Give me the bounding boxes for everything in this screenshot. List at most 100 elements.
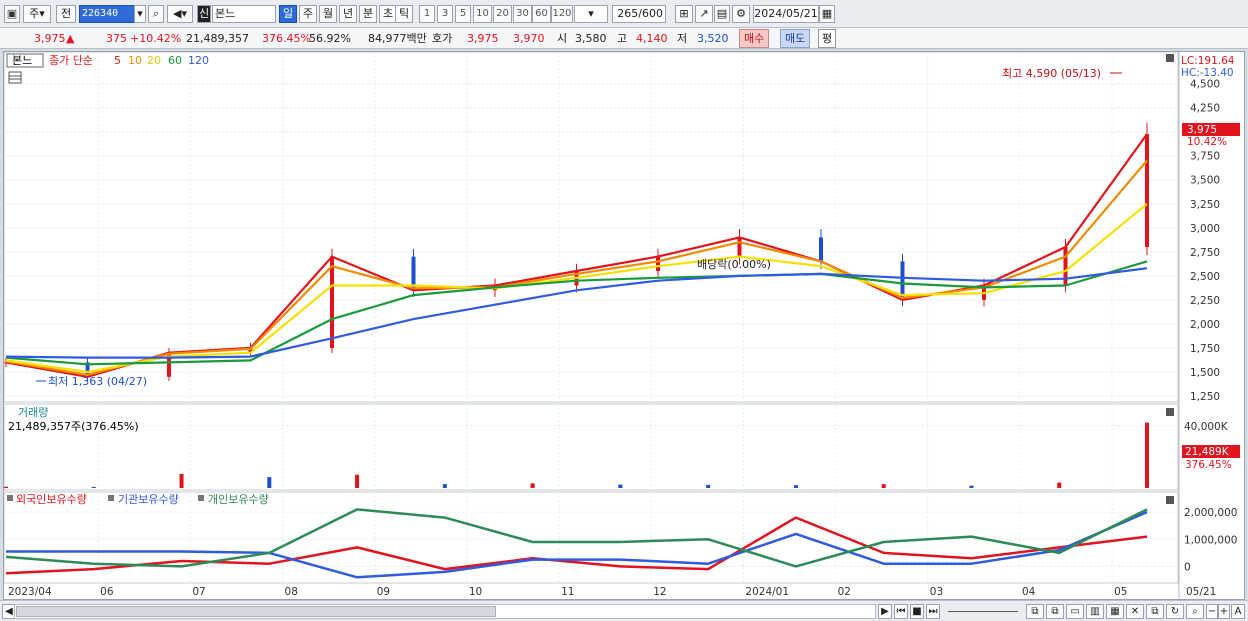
ma120-label: 120: [188, 54, 209, 67]
scroll-right-icon[interactable]: ▶: [878, 604, 892, 619]
last-page-icon[interactable]: ⏭: [926, 604, 940, 619]
save-icon[interactable]: ▤: [714, 5, 730, 23]
prev-button[interactable]: 전: [56, 5, 76, 23]
volume-bar: [4, 486, 8, 488]
stop-icon[interactable]: ■: [910, 604, 924, 619]
candle-body: [819, 237, 823, 262]
count-field[interactable]: 265/600: [612, 5, 666, 23]
window-menu-icon[interactable]: ▣: [4, 5, 20, 23]
price-tick-label: 3,250: [1190, 199, 1220, 211]
period-month-button[interactable]: 월: [319, 5, 337, 23]
price-tick-label: 2,500: [1190, 271, 1220, 283]
volume-value-line: 21,489,357주(376.45%): [8, 420, 139, 433]
high-annotation: 최고 4,590 (05/13): [1002, 67, 1101, 80]
table-toggle-icon[interactable]: [8, 71, 22, 84]
interval-60-button[interactable]: 60: [532, 5, 551, 23]
volume-bar: [267, 477, 272, 488]
stack-icon[interactable]: ⧉: [1146, 604, 1164, 619]
crosshair-icon[interactable]: ✕: [1126, 604, 1144, 619]
search-icon[interactable]: ⌕: [148, 5, 164, 23]
stock-name-field[interactable]: 본느: [212, 5, 276, 23]
foreign-legend: 외국인보유수량: [16, 493, 87, 506]
zoom-in-icon[interactable]: +: [1218, 604, 1230, 619]
period-year-button[interactable]: 년: [339, 5, 357, 23]
volume-bar: [881, 484, 886, 488]
x-axis-labels: 2023/04 06 07 08 09 10 11 12 2024/01 02 03 04 05 05/2…: [8, 586, 1216, 598]
scroll-thumb[interactable]: [16, 606, 496, 617]
current-price: 3,975: [34, 32, 66, 45]
price-close-icon[interactable]: [1166, 54, 1174, 62]
high-price: 4,140: [636, 32, 668, 45]
price-tick-label: 3,500: [1190, 175, 1220, 187]
main-toolbar: ▣ 주▾ 전 226340 ▾ ⌕ ◀▾ 신 본느 일 주 월 년 분 초 틱 …: [0, 0, 1248, 28]
split-icon[interactable]: ▥: [1086, 604, 1104, 619]
ma-prefix: 종가 단순: [49, 54, 93, 67]
date-field[interactable]: 2024/05/21: [753, 5, 819, 23]
up-arrow-icon: ▲: [66, 32, 75, 45]
interval-120-button[interactable]: 120: [551, 5, 573, 23]
first-page-icon[interactable]: ⏮: [894, 604, 908, 619]
volume-tick-label: 40,000K: [1184, 421, 1229, 433]
x-tick-label: 05/21: [1186, 586, 1216, 598]
count-display: 265: [617, 7, 639, 20]
interval-20-button[interactable]: 20: [493, 5, 512, 23]
interval-3-button[interactable]: 3: [437, 5, 453, 23]
lc-label: LC:191.64: [1181, 55, 1235, 67]
chart-svg[interactable]: 4,5004,2504,0003,7503,5003,2503,0002,750…: [3, 51, 1244, 599]
interval-5-button[interactable]: 5: [455, 5, 471, 23]
x-tick-label: 08: [285, 586, 298, 598]
candle-body: [1145, 134, 1149, 248]
price-tab-label: 본느: [12, 54, 32, 67]
interval-custom-select[interactable]: ▾: [574, 5, 608, 23]
period-tick-button[interactable]: 틱: [395, 5, 413, 23]
period-minute-button[interactable]: 분: [359, 5, 377, 23]
calendar-icon[interactable]: ▦: [819, 5, 835, 23]
holdings-panel: [3, 491, 1179, 584]
period-day-button[interactable]: 일: [279, 5, 297, 23]
price-change-pct: +10.42%: [130, 32, 182, 45]
legend-swatch: [198, 495, 204, 501]
market-type-label: 주: [29, 7, 40, 20]
interval-30-button[interactable]: 30: [513, 5, 532, 23]
interval-10-button[interactable]: 10: [473, 5, 492, 23]
buy-button[interactable]: 매수: [739, 29, 770, 48]
volume-bar: [355, 474, 360, 488]
price-panel: [3, 51, 1179, 403]
grid-icon[interactable]: ▦: [1106, 604, 1124, 619]
font-size-icon[interactable]: A: [1231, 604, 1245, 619]
low-price: 3,520: [697, 32, 729, 45]
turnover-rate: 56.92%: [309, 32, 351, 45]
flat-button[interactable]: 평: [818, 29, 837, 48]
ask-label: 호가: [432, 32, 453, 45]
trade-amount: 84,977백만: [368, 32, 427, 45]
indicator-icon[interactable]: ↗: [695, 5, 713, 23]
price-tick-label: 3,000: [1190, 223, 1220, 235]
code-dropdown-icon[interactable]: ▾: [134, 5, 146, 23]
copy-icon[interactable]: ⧉: [1046, 604, 1064, 619]
zoom-out-icon[interactable]: −: [1206, 604, 1218, 619]
chart-area[interactable]: 4,5004,2504,0003,7503,5003,2503,0002,750…: [3, 51, 1245, 600]
candle-body: [737, 237, 742, 257]
zoom-slider[interactable]: [948, 604, 1018, 612]
zoom-icon[interactable]: ⌕: [1186, 604, 1204, 619]
ma10-label: 10: [128, 54, 142, 67]
quote-bar: 3,975 ▲ 375 +10.42% 21,489,357 376.45% 5…: [0, 28, 1248, 49]
low-label: 저: [677, 32, 688, 45]
x-tick-label: 2023/04: [8, 586, 52, 598]
individual-legend: 개인보유수량: [208, 493, 269, 506]
interval-1-button[interactable]: 1: [419, 5, 435, 23]
window-icon[interactable]: ▭: [1066, 604, 1084, 619]
volume-close-icon[interactable]: [1166, 408, 1174, 416]
gear-icon[interactable]: ⚙: [732, 5, 750, 23]
layout-icon[interactable]: ⧉: [1026, 604, 1044, 619]
sell-button[interactable]: 매도: [780, 29, 811, 48]
legend-swatch: [108, 495, 114, 501]
period-week-button[interactable]: 주: [299, 5, 317, 23]
stock-code-input[interactable]: 226340: [79, 5, 135, 23]
market-type-select[interactable]: 주▾: [23, 5, 51, 23]
volume-bar: [91, 486, 96, 488]
holdings-close-icon[interactable]: [1166, 496, 1174, 504]
chart-tools-icon[interactable]: ⊞: [675, 5, 693, 23]
refresh-icon[interactable]: ↻: [1166, 604, 1184, 619]
speaker-icon[interactable]: ◀▾: [167, 5, 193, 23]
